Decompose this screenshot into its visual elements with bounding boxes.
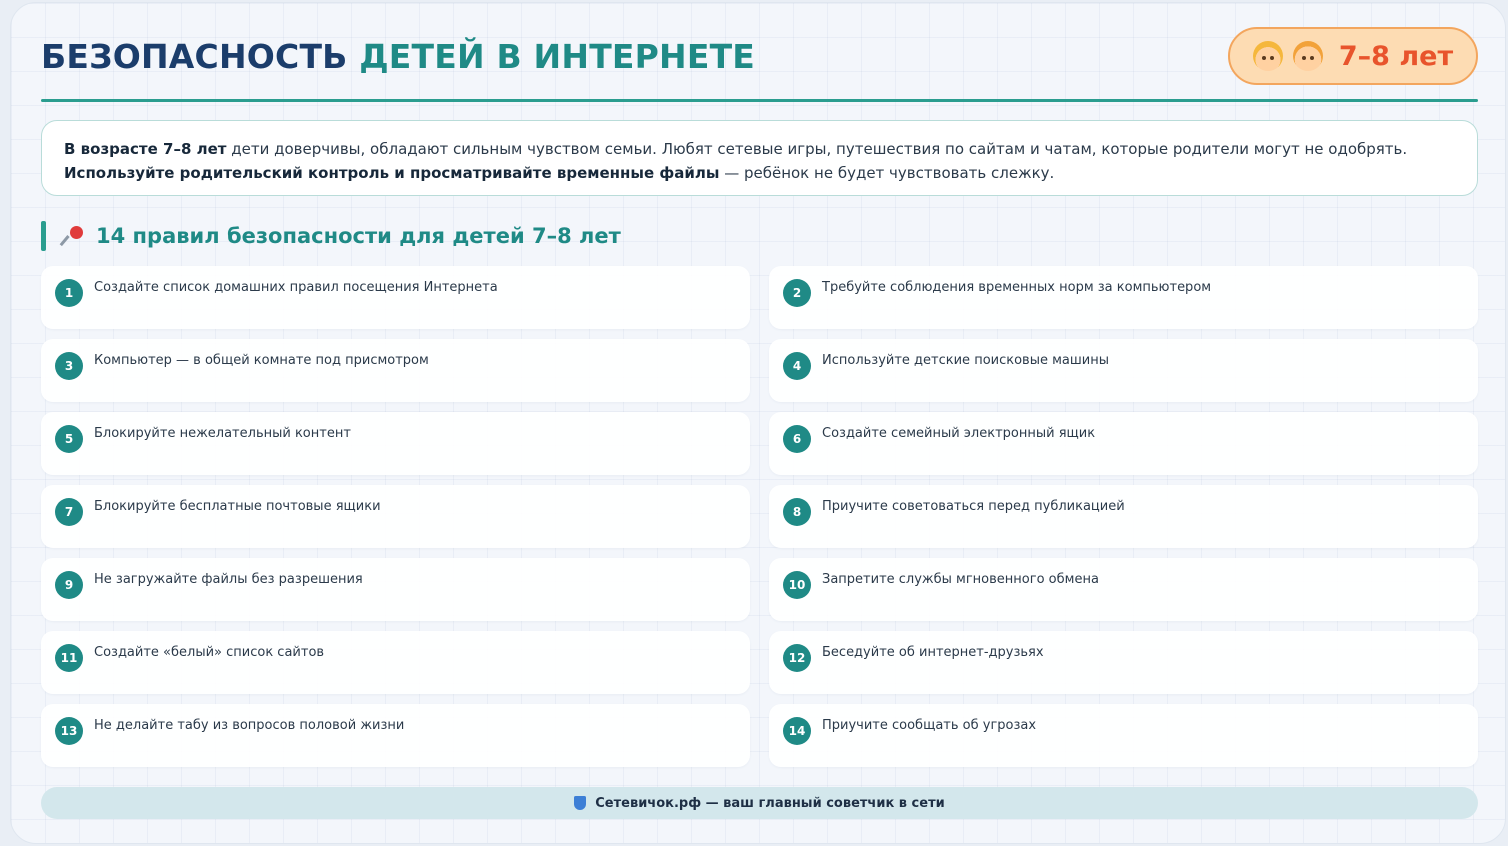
slide-frame: БЕЗОПАСНОСТЬ ДЕТЕЙ В ИНТЕРНЕТЕ 7–8 лет В…: [10, 2, 1506, 844]
rule-card: 7 Блокируйте бесплатные почтовые ящики: [41, 485, 750, 548]
rule-number-badge: 9: [55, 571, 83, 599]
title-main: БЕЗОПАСНОСТЬ: [41, 37, 360, 76]
intro-bold-start: В возрасте 7–8 лет: [64, 140, 227, 158]
rule-text: Не загружайте файлы без разрешения: [94, 572, 363, 587]
rule-number-badge: 11: [55, 644, 83, 672]
intro-text-end: — ребёнок не будет чувствовать слежку.: [719, 164, 1055, 182]
rule-card: 6 Создайте семейный электронный ящик: [769, 412, 1478, 475]
rule-text: Создайте «белый» список сайтов: [94, 645, 325, 660]
rule-card: 2 Требуйте соблюдения временных норм за к…: [769, 266, 1478, 329]
rule-number-badge: 12: [783, 644, 811, 672]
rule-number-badge: 8: [783, 498, 811, 526]
title-accent: ДЕТЕЙ В ИНТЕРНЕТЕ: [359, 37, 756, 76]
rule-card: 10 Запретите службы мгновенного обмена: [769, 558, 1478, 621]
intro-bold-tip: Используйте родительский контроль и прос…: [64, 164, 720, 182]
age-badge: 7–8 лет: [1228, 27, 1478, 85]
rule-card: 3 Компьютер — в общей комнате под присмот…: [41, 339, 750, 402]
section-heading: 14 правил безопасности для детей 7–8 лет: [41, 221, 621, 251]
rule-card: 4 Используйте детские поисковые машины: [769, 339, 1478, 402]
rule-number-badge: 2: [783, 279, 811, 307]
page-title: БЕЗОПАСНОСТЬ ДЕТЕЙ В ИНТЕРНЕТЕ: [41, 37, 755, 76]
rule-text: Приучите советоваться перед публикацией: [822, 499, 1125, 514]
girl-face-icon: [1252, 41, 1283, 71]
rule-number-badge: 14: [783, 717, 811, 745]
rule-card: 14 Приучите сообщать об угрозах: [769, 704, 1478, 767]
rule-number-badge: 13: [55, 717, 83, 745]
rule-number-badge: 4: [783, 352, 811, 380]
footer-text: Сетевичок.рф — ваш главный советчик в се…: [595, 795, 945, 811]
rule-text: Приучите сообщать об угрозах: [822, 718, 1037, 733]
section-accent-bar: [41, 221, 46, 251]
rule-card: 11 Создайте «белый» список сайтов: [41, 631, 750, 694]
rules-grid: 1 Создайте список домашних правил посещен…: [41, 266, 1478, 767]
rule-number-badge: 7: [55, 498, 83, 526]
rule-number-badge: 5: [55, 425, 83, 453]
rule-number-badge: 3: [55, 352, 83, 380]
rule-text: Компьютер — в общей комнате под присмотр…: [94, 353, 429, 368]
rule-number-badge: 10: [783, 571, 811, 599]
rule-text: Запретите службы мгновенного обмена: [822, 572, 1099, 587]
shield-icon: [574, 796, 587, 810]
rule-text: Блокируйте нежелательный контент: [94, 426, 351, 441]
intro-text: дети доверчивы, обладают сильным чувство…: [226, 140, 1408, 158]
footer-bar: Сетевичок.рф — ваш главный советчик в се…: [41, 787, 1478, 819]
pushpin-icon: [64, 225, 86, 247]
rule-number-badge: 1: [55, 279, 83, 307]
intro-box: В возрасте 7–8 лет дети доверчивы, облад…: [41, 120, 1478, 196]
rule-card: 8 Приучите советоваться перед публикацией: [769, 485, 1478, 548]
section-title: 14 правил безопасности для детей 7–8 лет: [96, 224, 621, 248]
rule-number-badge: 6: [783, 425, 811, 453]
age-badge-label: 7–8 лет: [1338, 40, 1454, 72]
header-divider: [41, 99, 1478, 102]
boy-face-icon: [1292, 41, 1323, 71]
rule-card: 12 Беседуйте об интернет-друзьях: [769, 631, 1478, 694]
rule-card: 13 Не делайте табу из вопросов половой жи…: [41, 704, 750, 767]
rule-text: Используйте детские поисковые машины: [822, 353, 1109, 368]
rule-card: 9 Не загружайте файлы без разрешения: [41, 558, 750, 621]
rule-text: Создайте список домашних правил посещени…: [94, 280, 498, 295]
rule-card: 1 Создайте список домашних правил посещен…: [41, 266, 750, 329]
rule-text: Требуйте соблюдения временных норм за ко…: [822, 280, 1212, 295]
rule-card: 5 Блокируйте нежелательный контент: [41, 412, 750, 475]
rule-text: Создайте семейный электронный ящик: [822, 426, 1096, 441]
rule-text: Не делайте табу из вопросов половой жизн…: [94, 718, 405, 733]
rule-text: Беседуйте об интернет-друзьях: [822, 645, 1044, 660]
rule-text: Блокируйте бесплатные почтовые ящики: [94, 499, 381, 514]
